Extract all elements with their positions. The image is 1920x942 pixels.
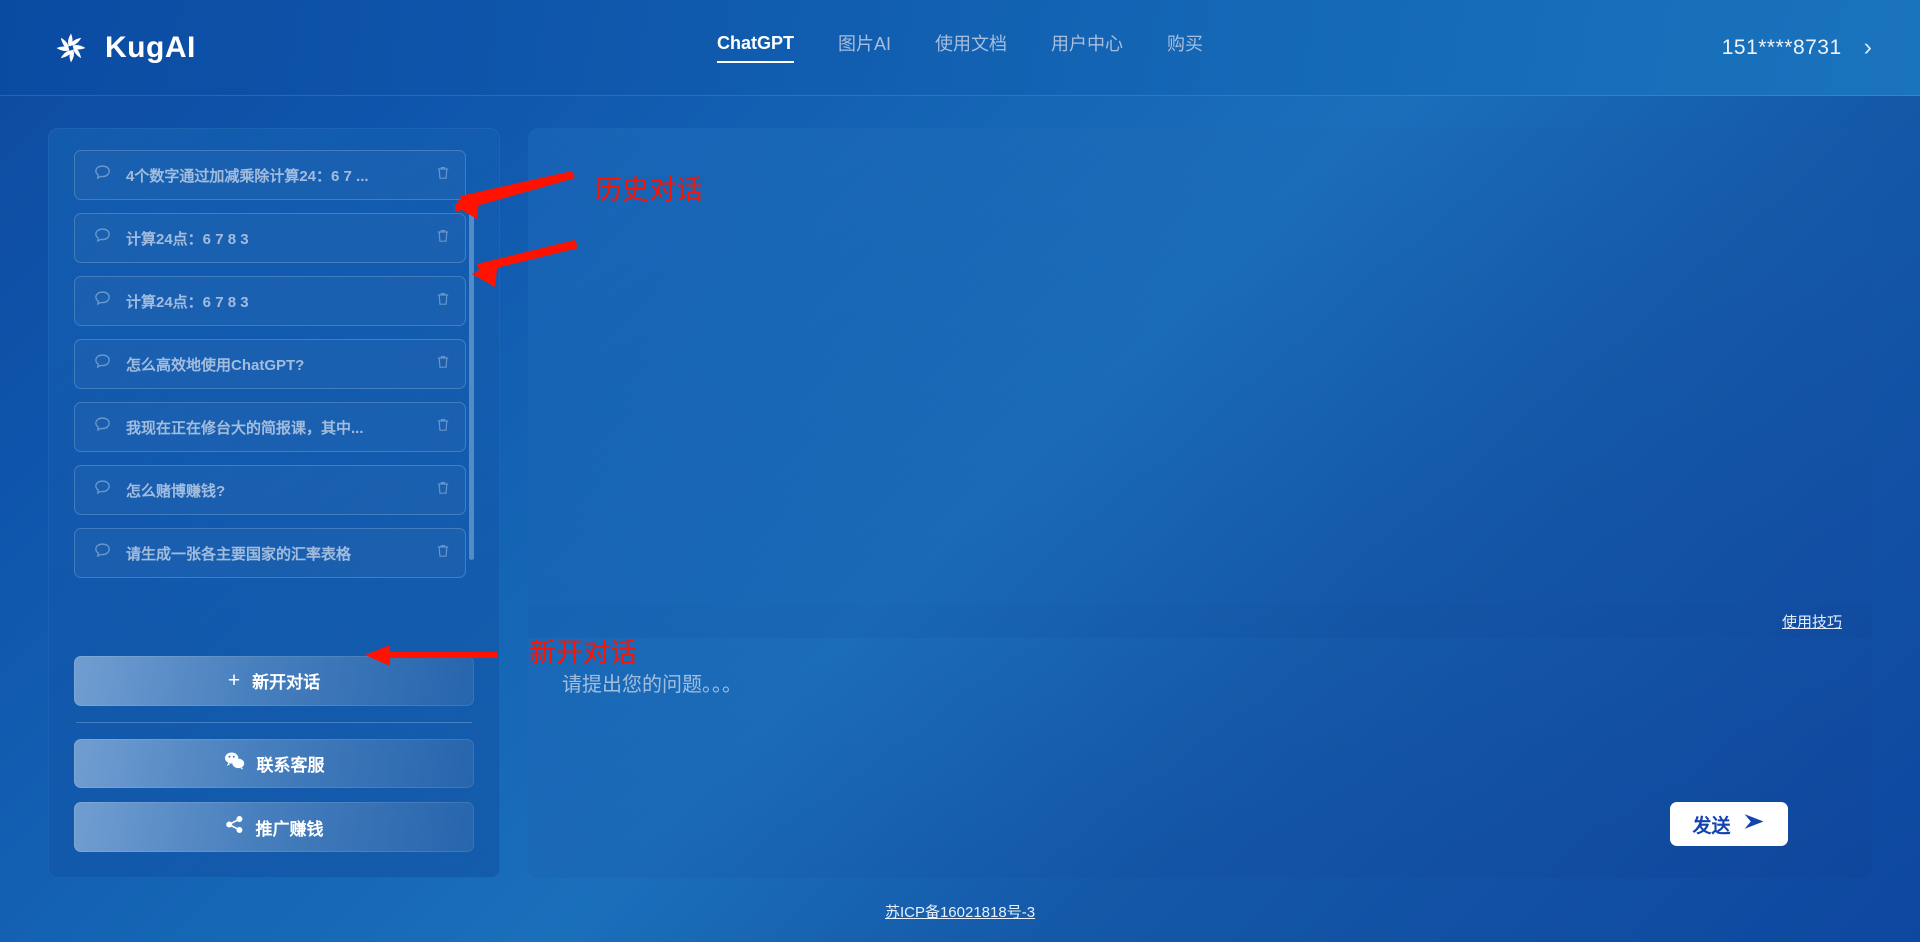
main-nav: ChatGPT 图片AI 使用文档 用户中心 购买: [716, 30, 1203, 65]
usage-tips-link[interactable]: 使用技巧: [1782, 611, 1842, 632]
chat-message-area: [528, 128, 1872, 604]
chat-bubble-icon: [93, 163, 112, 187]
nav-item-user-center[interactable]: 用户中心: [1051, 30, 1123, 65]
sidebar-divider: [76, 721, 472, 723]
top-header: KugAI ChatGPT 图片AI 使用文档 用户中心 购买 151****8…: [0, 0, 1920, 96]
promote-earn-label: 推广赚钱: [255, 819, 324, 839]
new-chat-button[interactable]: + 新开对话: [74, 656, 474, 706]
share-icon: [225, 815, 244, 839]
delete-icon[interactable]: [435, 417, 451, 438]
delete-icon[interactable]: [435, 228, 451, 249]
main-panel: 使用技巧 发送: [528, 128, 1872, 878]
brand-logo[interactable]: KugAI: [54, 31, 196, 65]
delete-icon[interactable]: [435, 354, 451, 375]
page-content: 4个数字通过加减乘除计算24：6 7 ... 计算24点：6 7 8 3 计算2…: [0, 96, 1920, 880]
send-button[interactable]: 发送: [1670, 802, 1788, 846]
delete-icon[interactable]: [435, 165, 451, 186]
chat-bubble-icon: [93, 226, 112, 250]
plus-icon: +: [227, 669, 241, 693]
list-item[interactable]: 请生成一张各主要国家的汇率表格: [74, 528, 466, 578]
list-item-label: 计算24点：6 7 8 3: [126, 230, 249, 248]
chat-bubble-icon: [93, 541, 112, 565]
chat-bubble-icon: [93, 289, 112, 313]
chat-bubble-icon: [93, 478, 112, 502]
nav-item-docs[interactable]: 使用文档: [935, 30, 1007, 65]
list-item[interactable]: 怎么高效地使用ChatGPT?: [74, 339, 466, 389]
send-triangle-icon: [1742, 812, 1766, 836]
annotation-new-chat-label: 新开对话: [529, 638, 637, 668]
message-input[interactable]: [562, 668, 1838, 768]
sidebar: 4个数字通过加减乘除计算24：6 7 ... 计算24点：6 7 8 3 计算2…: [48, 128, 500, 878]
delete-icon[interactable]: [435, 543, 451, 564]
nav-item-purchase[interactable]: 购买: [1167, 30, 1203, 65]
delete-icon[interactable]: [435, 480, 451, 501]
history-scrollbar[interactable]: [469, 210, 474, 560]
list-item[interactable]: 我现在正在修台大的简报课，其中...: [74, 402, 466, 452]
tips-bar: 使用技巧: [528, 604, 1872, 638]
wechat-icon: [224, 751, 245, 775]
list-item-label: 请生成一张各主要国家的汇率表格: [126, 545, 352, 563]
contact-support-button[interactable]: 联系客服: [74, 738, 474, 789]
list-item-label: 怎么高效地使用ChatGPT?: [126, 356, 305, 374]
history-list[interactable]: 4个数字通过加减乘除计算24：6 7 ... 计算24点：6 7 8 3 计算2…: [74, 150, 474, 642]
chat-bubble-icon: [93, 415, 112, 439]
nav-item-chatgpt[interactable]: ChatGPT: [716, 33, 795, 63]
user-phone-label: 151****8731: [1721, 35, 1842, 59]
footer: 苏ICP备16021818号-3: [0, 880, 1920, 942]
chevron-right-icon: ›: [1863, 33, 1872, 61]
icp-license-link[interactable]: 苏ICP备16021818号-3: [885, 901, 1035, 922]
send-button-label: 发送: [1692, 815, 1731, 837]
chat-bubble-icon: [93, 352, 112, 376]
composer: 发送: [528, 638, 1872, 878]
list-item-label: 计算24点：6 7 8 3: [126, 293, 249, 311]
asterisk-logo-icon: [54, 31, 88, 65]
list-item[interactable]: 计算24点：6 7 8 3: [74, 276, 466, 326]
list-item-label: 我现在正在修台大的简报课，其中...: [126, 419, 364, 437]
list-item-label: 4个数字通过加减乘除计算24：6 7 ...: [126, 167, 369, 185]
user-account-button[interactable]: 151****8731 ›: [1722, 35, 1872, 60]
list-item[interactable]: 怎么赌博赚钱?: [74, 465, 466, 515]
list-item[interactable]: 4个数字通过加减乘除计算24：6 7 ...: [74, 150, 466, 200]
list-item[interactable]: 计算24点：6 7 8 3: [74, 213, 466, 263]
list-item-label: 怎么赌博赚钱?: [126, 482, 226, 500]
promote-earn-button[interactable]: 推广赚钱: [74, 802, 474, 853]
brand-name: KugAI: [105, 30, 196, 64]
new-chat-label: 新开对话: [252, 673, 321, 693]
annotation-history-label: 历史对话: [595, 175, 703, 205]
contact-support-label: 联系客服: [256, 755, 325, 775]
nav-item-image-ai[interactable]: 图片AI: [838, 30, 891, 65]
delete-icon[interactable]: [435, 291, 451, 312]
